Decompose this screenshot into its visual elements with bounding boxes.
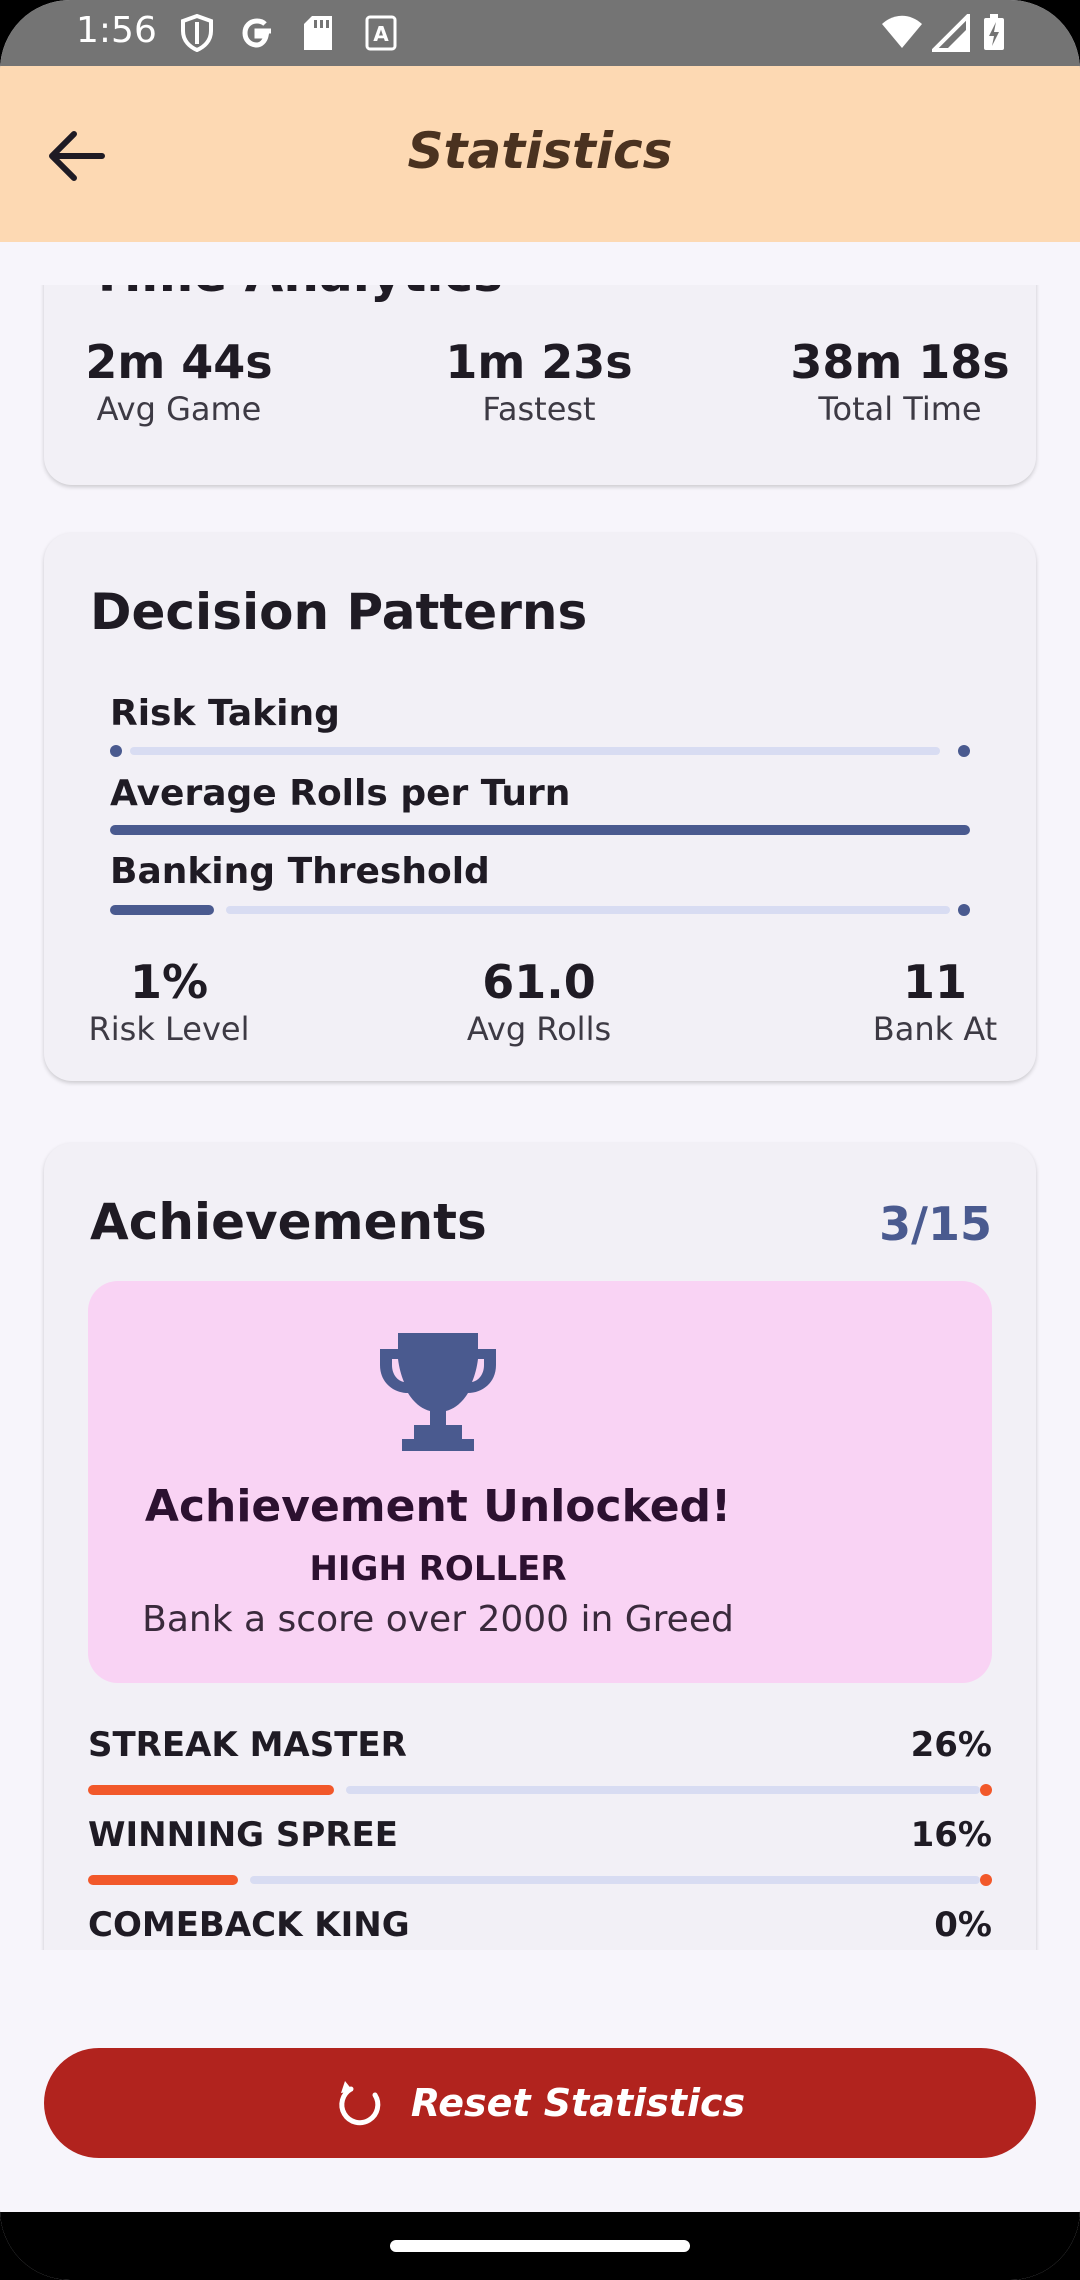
streak-master-track: [346, 1786, 980, 1794]
stat-value: 38m 18s: [790, 335, 1010, 389]
winning-spree-track: [250, 1876, 980, 1884]
stat-value: 1%: [129, 955, 209, 1009]
achievement-unlocked-title: Achievement Unlocked!: [144, 1481, 732, 1532]
battery-charging-icon: [982, 14, 1006, 56]
statistics-scroll-area[interactable]: Time Analytics 2m 44s Avg Game 1m 23s Fa…: [0, 285, 1080, 1950]
stat-value: 2m 44s: [85, 335, 273, 389]
achievement-name: HIGH ROLLER: [309, 1549, 567, 1589]
wifi-icon: [880, 14, 924, 56]
phone-screen: 1:56 A Statistics 2m 44s Avg Game 1m 23s…: [0, 0, 1080, 2280]
avg-rolls-stat: 61.0 Avg Rolls: [424, 955, 654, 1049]
streak-master-percent: 26%: [910, 1725, 992, 1765]
achievements-heading: Achievements: [90, 1193, 487, 1251]
reset-statistics-label: Reset Statistics: [410, 2081, 746, 2125]
svg-text:A: A: [373, 22, 389, 46]
status-time: 1:56: [76, 10, 157, 51]
banking-threshold-label: Banking Threshold: [110, 851, 490, 892]
stat-value: 61.0: [482, 955, 596, 1009]
streak-master-fill: [88, 1785, 334, 1795]
time-analytics-card: Time Analytics 2m 44s Avg Game 1m 23s Fa…: [44, 285, 1036, 485]
home-gesture-handle[interactable]: [390, 2240, 690, 2252]
risk-taking-track: [130, 747, 940, 755]
stat-label: Avg Game: [96, 390, 262, 428]
app-bar: Statistics: [0, 66, 1080, 242]
total-time-stat: 38m 18s Total Time: [780, 335, 1020, 429]
risk-taking-label: Risk Taking: [110, 693, 340, 734]
achievements-count: 3/15: [879, 1197, 992, 1251]
trophy-icon: [380, 1333, 496, 1451]
banking-threshold-fill: [110, 905, 214, 915]
decision-patterns-card: Decision Patterns Risk Taking Average Ro…: [44, 533, 1036, 1081]
stat-label: Fastest: [482, 390, 596, 428]
winning-spree-fill: [88, 1875, 238, 1885]
stat-label: Bank At: [872, 1010, 998, 1048]
bank-at-stat: 11 Bank At: [850, 955, 1020, 1049]
stat-value: 1m 23s: [445, 335, 633, 389]
banking-threshold-track: [226, 906, 950, 914]
winning-spree-label: WINNING SPREE: [88, 1815, 398, 1855]
risk-taking-fill: [110, 745, 122, 757]
comeback-king-percent: 0%: [934, 1905, 992, 1945]
winning-spree-percent: 16%: [910, 1815, 992, 1855]
sd-card-icon: [302, 14, 334, 56]
reset-statistics-button[interactable]: Reset Statistics: [44, 2048, 1036, 2158]
avg-rolls-fill: [110, 825, 970, 835]
track-end-dot: [980, 1784, 992, 1796]
avg-rolls-label: Average Rolls per Turn: [110, 773, 571, 814]
stat-label: Total Time: [818, 390, 982, 428]
track-end-dot: [980, 1874, 992, 1886]
stat-label: Risk Level: [88, 1010, 250, 1048]
fastest-stat: 1m 23s Fastest: [424, 335, 654, 429]
a-font-icon: A: [364, 14, 398, 56]
status-bar: 1:56 A: [0, 0, 1080, 66]
page-title: Statistics: [407, 122, 673, 180]
achievement-unlocked-banner: Achievement Unlocked! HIGH ROLLER Bank a…: [88, 1281, 992, 1683]
decision-patterns-heading: Decision Patterns: [90, 583, 588, 641]
comeback-king-label: COMEBACK KING: [88, 1905, 410, 1945]
track-end-dot: [958, 904, 970, 916]
signal-icon: [929, 11, 970, 56]
achievement-description: Bank a score over 2000 in Greed: [142, 1599, 734, 1640]
google-icon: [238, 14, 276, 56]
time-analytics-heading: Time Analytics: [90, 285, 503, 303]
refresh-icon: [339, 2081, 381, 2126]
risk-level-stat: 1% Risk Level: [64, 955, 274, 1049]
track-end-dot: [958, 745, 970, 757]
stat-label: Avg Rolls: [466, 1010, 612, 1048]
achievements-card: Achievements 3/15 Achievement Unlocked! …: [44, 1143, 1036, 1950]
stat-value: 11: [902, 955, 967, 1009]
avg-game-stat: 2m 44s Avg Game: [64, 335, 294, 429]
streak-master-label: STREAK MASTER: [88, 1725, 407, 1765]
shield-icon: [180, 13, 214, 56]
